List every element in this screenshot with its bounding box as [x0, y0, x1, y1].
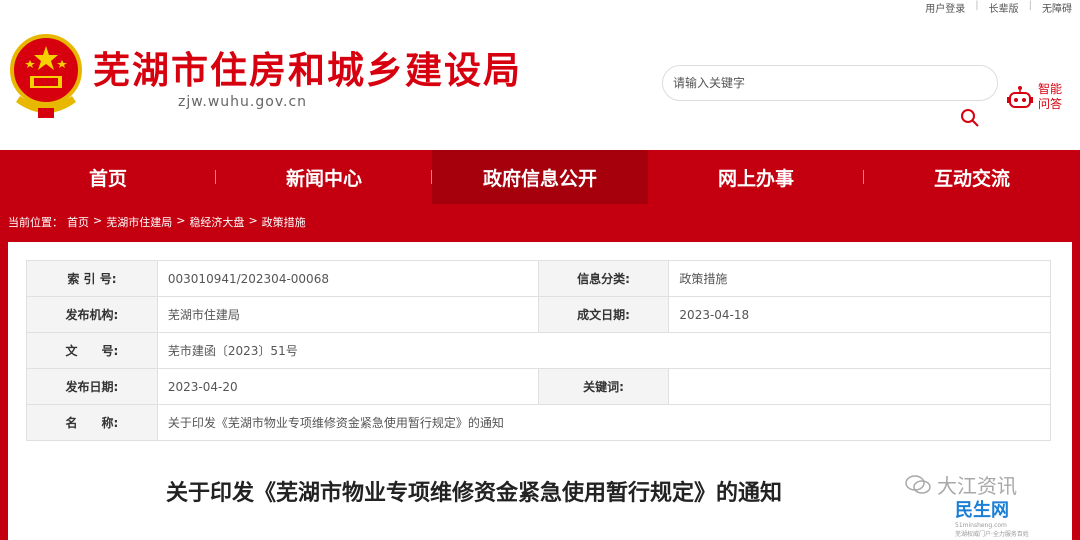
- table-row: 发布机构: 芜湖市住建局 成文日期: 2023-04-18: [26, 296, 1051, 333]
- ai-qa-label-1: 智能: [1038, 82, 1063, 96]
- breadcrumb-home[interactable]: 首页: [67, 214, 89, 230]
- wechat-icon: [905, 474, 931, 494]
- logo-main-text: 民生网: [955, 500, 1009, 521]
- name-value: 关于印发《芜湖市物业专项维修资金紧急使用暂行规定》的通知: [156, 404, 1052, 441]
- breadcrumb-separator: >: [93, 214, 103, 227]
- breadcrumb-economy[interactable]: 稳经济大盘: [189, 214, 244, 230]
- minsheng-logo: 民生网 51minsheng.com 芜湖权威门户·全力服务百姓: [955, 496, 1065, 538]
- watermark-text: 大江资讯: [937, 474, 1017, 498]
- keywords-label: 关键词:: [537, 368, 670, 405]
- doc-number-label: 文 号:: [26, 332, 158, 369]
- search-icon[interactable]: [960, 108, 980, 128]
- logo-slogan-text: 芜湖权威门户·全力服务百姓: [955, 531, 1029, 538]
- site-domain: zjw.wuhu.gov.cn: [178, 94, 308, 110]
- login-link[interactable]: 用户登录: [925, 0, 965, 15]
- document-metadata-table: 索 引 号: 003010941/202304-00068 信息分类: 政策措施…: [26, 260, 1052, 441]
- created-date-label: 成文日期:: [537, 296, 670, 333]
- top-utility-bar: 用户登录 | 长辈版 | 无障碍: [925, 0, 1080, 15]
- search-box: [662, 65, 998, 101]
- doc-number-value: 芜市建函〔2023〕51号: [156, 332, 1052, 369]
- breadcrumb-policy[interactable]: 政策措施: [262, 214, 306, 230]
- logo-url-text: 51minsheng.com: [955, 522, 1007, 529]
- site-header: 芜湖市住房和城乡建设局 zjw.wuhu.gov.cn 智能 问答: [0, 14, 1080, 150]
- breadcrumb-prefix: 当前位置：: [8, 216, 63, 229]
- breadcrumb-separator: >: [176, 214, 186, 227]
- ai-qa-link[interactable]: 智能 问答: [1038, 82, 1068, 112]
- nav-label: 互动交流: [933, 167, 1010, 190]
- table-row: 发布日期: 2023-04-20 关键词:: [26, 368, 1051, 405]
- nav-item-interaction[interactable]: 互动交流: [864, 150, 1080, 204]
- issuer-label: 发布机构:: [26, 296, 158, 333]
- index-value: 003010941/202304-00068: [156, 260, 539, 297]
- nav-item-news[interactable]: 新闻中心: [216, 150, 432, 204]
- published-date-value: 2023-04-20: [156, 368, 539, 405]
- document-title: 关于印发《芜湖市物业专项维修资金紧急使用暂行规定》的通知: [166, 481, 783, 506]
- table-row: 文 号: 芜市建函〔2023〕51号: [26, 332, 1052, 369]
- breadcrumb-bureau[interactable]: 芜湖市住建局: [106, 214, 172, 230]
- topbar-separator: |: [1028, 0, 1032, 11]
- published-date-label: 发布日期:: [26, 368, 158, 405]
- table-row: 索 引 号: 003010941/202304-00068 信息分类: 政策措施: [26, 260, 1051, 297]
- search-input[interactable]: [673, 66, 973, 100]
- table-row: 名 称: 关于印发《芜湖市物业专项维修资金紧急使用暂行规定》的通知: [26, 404, 1052, 441]
- nav-item-gov-info[interactable]: 政府信息公开: [432, 150, 648, 204]
- breadcrumb-separator: >: [248, 214, 258, 227]
- nav-label: 网上办事: [717, 167, 794, 190]
- nav-label: 政府信息公开: [482, 167, 597, 190]
- nav-item-home[interactable]: 首页: [0, 150, 216, 204]
- nav-item-online-services[interactable]: 网上办事: [648, 150, 864, 204]
- elder-mode-link[interactable]: 长辈版: [989, 0, 1019, 15]
- breadcrumb: 当前位置： 首页 > 芜湖市住建局 > 稳经济大盘 > 政策措施: [8, 214, 306, 230]
- name-label: 名 称:: [26, 404, 158, 441]
- national-emblem-icon: [10, 34, 82, 118]
- nav-label: 首页: [88, 167, 127, 190]
- accessibility-link[interactable]: 无障碍: [1042, 0, 1072, 15]
- robot-icon[interactable]: [1006, 84, 1034, 112]
- ai-qa-label-2: 问答: [1038, 97, 1063, 111]
- category-value: 政策措施: [668, 260, 1051, 297]
- topbar-separator: |: [975, 0, 979, 11]
- keywords-value: [668, 368, 1051, 405]
- nav-label: 新闻中心: [285, 167, 362, 190]
- site-title: 芜湖市住房和城乡建设局: [93, 49, 522, 92]
- main-nav: 首页 新闻中心 政府信息公开 网上办事 互动交流: [0, 150, 1080, 204]
- category-label: 信息分类:: [537, 260, 670, 297]
- issuer-value: 芜湖市住建局: [156, 296, 539, 333]
- created-date-value: 2023-04-18: [668, 296, 1051, 333]
- watermark: 大江资讯: [905, 470, 1017, 499]
- index-label: 索 引 号:: [26, 260, 158, 297]
